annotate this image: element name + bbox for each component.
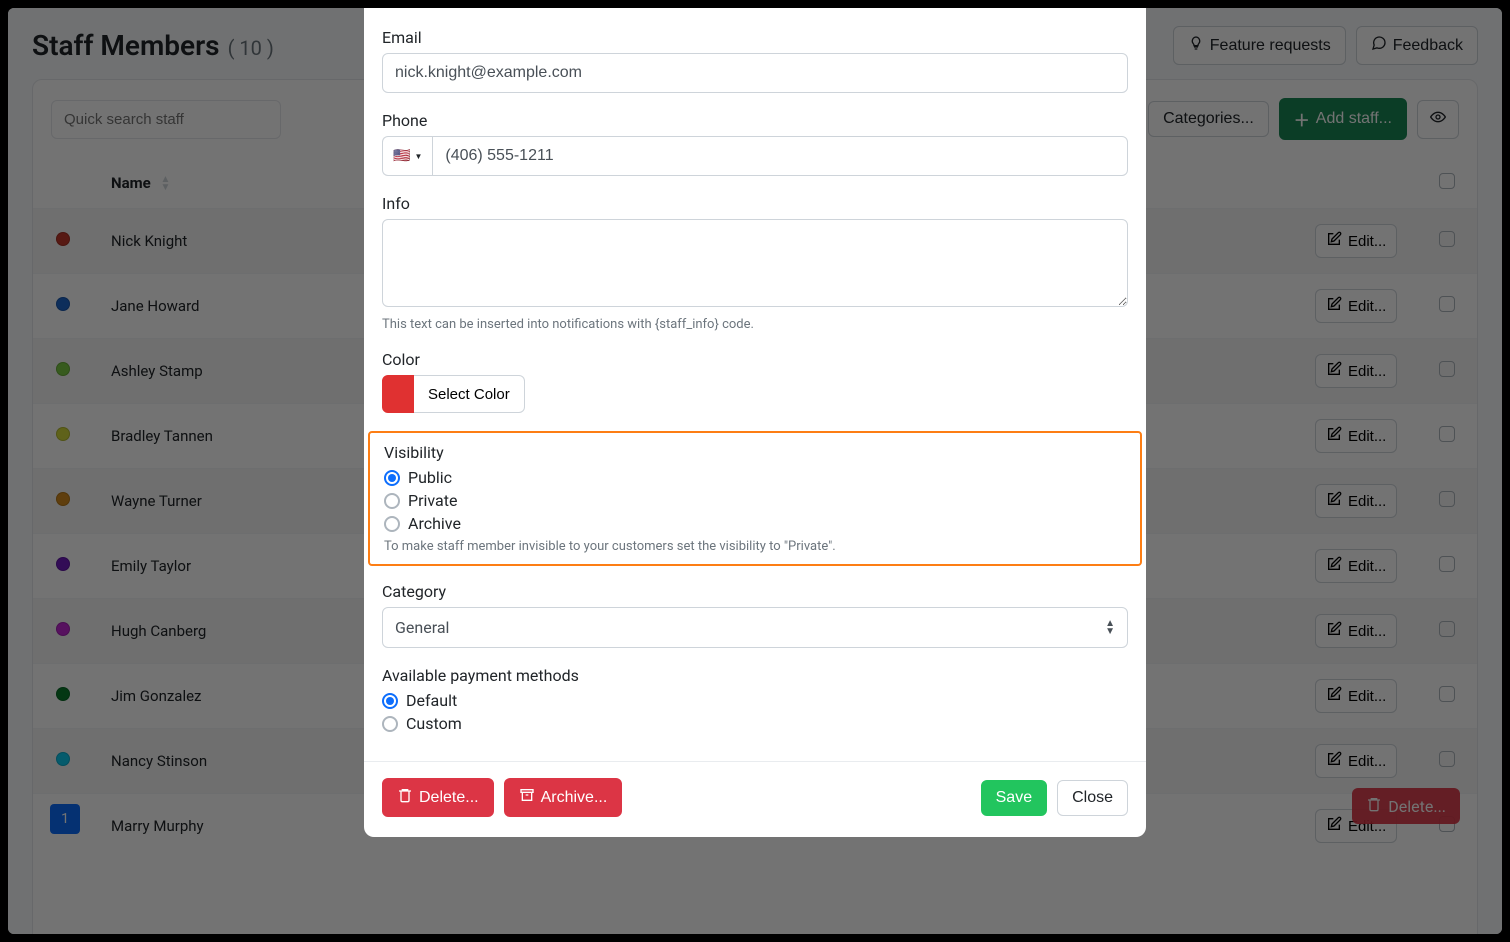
select-color-button[interactable]: Select Color [414,375,525,413]
save-label: Save [996,789,1032,807]
payment-custom-label: Custom [406,714,462,733]
delete-label: Delete... [419,789,479,807]
save-button[interactable]: Save [981,780,1047,816]
category-select[interactable]: General ▲▼ [382,607,1128,648]
category-label: Category [382,582,1128,601]
archive-button[interactable]: Archive... [504,778,623,817]
visibility-label: Visibility [384,443,1126,462]
payment-default-radio[interactable]: Default [382,691,1128,710]
visibility-private-radio[interactable]: Private [384,491,1126,510]
email-input[interactable] [382,53,1128,93]
info-helper: This text can be inserted into notificat… [382,317,1128,332]
radio-icon [382,716,398,732]
radio-icon [384,493,400,509]
payment-default-label: Default [406,691,457,710]
visibility-archive-label: Archive [408,514,461,533]
close-button[interactable]: Close [1057,780,1128,816]
visibility-archive-radio[interactable]: Archive [384,514,1126,533]
close-label: Close [1072,789,1113,807]
payment-custom-radio[interactable]: Custom [382,714,1128,733]
phone-label: Phone [382,111,1128,130]
archive-icon [519,787,535,808]
info-textarea[interactable] [382,219,1128,307]
email-label: Email [382,28,1128,47]
trash-icon [397,787,413,808]
phone-input[interactable] [432,136,1128,176]
edit-staff-modal: Email Phone 🇺🇸 ▼ Info This text can be i… [364,8,1146,837]
visibility-public-radio[interactable]: Public [384,468,1126,487]
color-swatch[interactable] [382,375,414,413]
visibility-private-label: Private [408,491,457,510]
payment-label: Available payment methods [382,666,1128,685]
archive-label: Archive... [541,789,608,807]
radio-icon [384,470,400,486]
delete-button[interactable]: Delete... [382,778,494,817]
select-caret-icon: ▲▼ [1105,620,1115,636]
category-value: General [395,618,449,637]
color-label: Color [382,350,1128,369]
phone-country-select[interactable]: 🇺🇸 ▼ [382,136,432,176]
chevron-down-icon: ▼ [414,152,422,161]
visibility-section: Visibility Public Private Archive To mak… [368,431,1142,566]
flag-icon: 🇺🇸 [393,148,410,164]
visibility-helper: To make staff member invisible to your c… [384,539,1126,554]
radio-icon [384,516,400,532]
radio-icon [382,693,398,709]
info-label: Info [382,194,1128,213]
visibility-public-label: Public [408,468,452,487]
